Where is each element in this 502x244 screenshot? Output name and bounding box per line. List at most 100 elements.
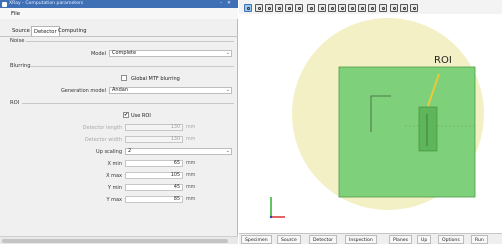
rotate-icon-glyph [360,6,364,10]
model-select[interactable]: Complete ⌄ [109,50,232,57]
global-mtf-checkbox[interactable] [121,75,127,81]
rotate-icon[interactable] [358,4,366,12]
y-min-label: Y min [107,185,122,191]
viewer-panel: ROI Specimen Source Detector Inspection Plan… [239,0,502,244]
cube-icon[interactable] [275,4,283,12]
x-min-unit: mm [186,161,196,166]
detector-width-field[interactable]: 130 [125,136,183,143]
bottom-tab-inspection[interactable]: Inspection [345,235,377,244]
view-icon[interactable] [400,4,408,12]
use-roi-checkbox[interactable]: ✔ [123,112,129,118]
cube-icon[interactable] [265,4,273,12]
scene-canvas[interactable]: ROI [239,14,502,233]
x-min-label: X min [107,161,122,167]
noise-group-label: Noise [10,38,25,44]
menu-bar: File [0,8,238,19]
rotate-icon-glyph [330,6,334,10]
view-icon-glyph [392,6,396,10]
bottom-tab-detector[interactable]: Detector [309,235,338,244]
detector-length-field[interactable]: 130 [125,124,183,131]
bottom-tab-options[interactable]: Options [438,235,464,244]
rotate-icon-glyph [370,6,374,10]
view-icon[interactable] [410,4,418,12]
y-max-unit: mm [186,197,196,202]
3d-viewport[interactable]: ROI [239,14,502,233]
use-roi-label: Use ROI [131,113,151,119]
close-icon[interactable]: ✕ [226,1,232,7]
detector-width-unit: mm [186,137,196,142]
x-max-label: X max [106,173,122,179]
bottom-tab-run[interactable]: Run [471,235,488,244]
cube-icon-glyph [287,6,291,10]
detector-length-unit: mm [186,125,196,130]
rotate-icon[interactable] [379,4,387,12]
y-max-field[interactable]: 85 [125,196,183,203]
detector-length-label: Detector length [82,125,122,131]
roi-divider [22,103,234,104]
rotate-icon[interactable] [338,4,346,12]
cube-icon-glyph [267,6,271,10]
generation-model-select[interactable]: Andan ⌄ [109,87,232,94]
tab-bar: Source Detector Computing [0,26,238,36]
tab-divider [0,36,238,37]
app-logo-icon [2,1,7,7]
select-icon[interactable] [244,4,252,12]
window-title: XRay - Computation parameters [9,1,84,6]
cube-icon-glyph [277,6,281,10]
blurring-divider [30,66,234,67]
tab-computing[interactable]: Computing [56,26,89,36]
scrollbar-thumb[interactable] [2,239,228,243]
x-min-field[interactable]: 65 [125,160,183,167]
x-max-field[interactable]: 105 [125,172,183,179]
y-min-unit: mm [186,185,196,190]
global-mtf-label: Global MTF blurring [131,76,180,82]
roi-annotation: ROI [434,55,452,66]
view-icon[interactable] [390,4,398,12]
chevron-down-icon: ⌄ [225,50,230,56]
camera-icon-glyph [320,6,324,10]
viewer-toolbar [239,0,502,14]
bottom-tab-up[interactable]: Up [417,235,432,244]
noise-divider [26,41,234,42]
tab-source[interactable]: Source [10,26,32,36]
model-select-value: Complete [112,50,137,56]
parameters-window: XRay - Computation parameters – ✕ File S… [0,0,238,244]
chevron-down-icon: ⌄ [225,87,230,93]
bottom-tab-bar: Specimen Source Detector Inspection Planes Up… [239,233,502,244]
window-titlebar: XRay - Computation parameters – ✕ [0,0,238,8]
detector-width-label: Detector width [84,137,122,143]
generation-model-label: Generation model [60,88,106,94]
minimize-icon[interactable]: – [218,1,224,7]
bottom-tab-planes[interactable]: Planes [389,235,412,244]
menu-file[interactable]: File [11,11,20,17]
rotate-icon-glyph [350,6,354,10]
grid-icon-glyph [257,6,261,10]
bottom-tab-specimen[interactable]: Specimen [241,235,272,244]
view-icon-glyph [412,6,416,10]
rotate-icon[interactable] [328,4,336,12]
up-scaling-label: Up scaling [96,149,122,155]
rotate-icon-glyph [340,6,344,10]
roi-rectangle [418,106,438,152]
y-max-label: Y max [106,197,122,203]
zoom-icon[interactable] [295,4,303,12]
rotate-icon[interactable] [368,4,376,12]
horizontal-scrollbar[interactable] [0,236,238,244]
rotate-icon[interactable] [348,4,356,12]
camera-icon[interactable] [318,4,326,12]
cube-icon[interactable] [285,4,293,12]
blurring-group-label: Blurring [10,63,31,69]
bottom-tab-source[interactable]: Source [277,235,301,244]
camera-icon[interactable] [307,4,315,12]
model-label: Model [90,51,106,57]
grid-icon[interactable] [255,4,263,12]
chevron-down-icon: ⌄ [225,148,230,154]
up-scaling-select[interactable]: 2 ⌄ [125,148,232,155]
zoom-icon-glyph [297,6,301,10]
x-max-unit: mm [186,173,196,178]
select-icon-glyph [246,6,250,10]
view-icon-glyph [402,6,406,10]
y-min-field[interactable]: 45 [125,184,183,191]
detector-plane [338,66,476,198]
axis-origin-icon [269,215,273,219]
